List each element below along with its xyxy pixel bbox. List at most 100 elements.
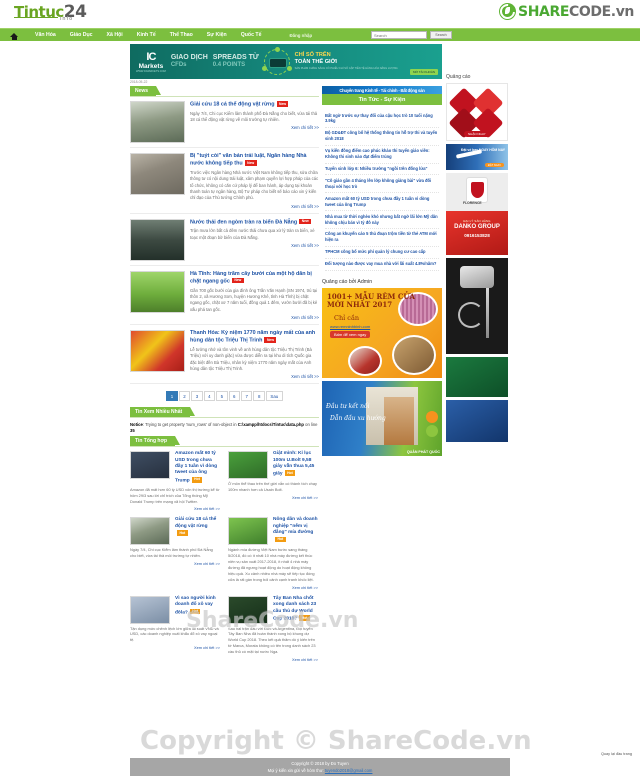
mid-list-item[interactable]: Vụ kiến đồng điểm cao phúc khảo thi tuyể… [325,146,439,164]
right-sidebar: Quảng cáo NHẬN NGAY Đặt vé bay NGAY HÔM … [446,74,508,442]
page-button-7[interactable]: 7 [241,391,253,402]
list-item[interactable]: Tây Ban Nha chốt xong danh sách 23 cầu t… [228,595,318,662]
search-button[interactable]: Search [430,31,452,39]
news-article[interactable]: Bị "tuýt còi" văn bản trái luật, Ngân hà… [130,153,319,214]
page-button-2[interactable]: 2 [178,391,191,402]
mid-list-item[interactable]: Tuyển sinh lớp 6: Nhiều trường "ngồi trê… [325,164,439,176]
page-button-6[interactable]: 6 [228,391,240,402]
page-button-4[interactable]: 4 [203,391,216,402]
ad-house-logo-green [426,424,438,437]
mid-list-item[interactable]: TPHCM công bố mức phí quản lý chung cư c… [325,247,439,259]
article-title[interactable]: Nông dân và doanh nghiệp "nếm vị đắng" m… [273,517,318,544]
read-more-link[interactable]: Xem chi tiết >> [130,645,220,650]
page-button-8[interactable]: 8 [253,391,265,402]
read-more-link[interactable]: Xem chi tiết >> [130,561,220,566]
list-item[interactable]: Amazon mất 60 tỷ USD trong chưa đầy 1 tu… [130,451,220,511]
mid-list-item[interactable]: Bất ngờ trước sự thay đổi của cậu học tr… [325,110,439,128]
ad-curtain-banner[interactable]: 1001+ MẪU RÈM CỬA MỚI NHẤT 2017 Chỉ cần w… [322,287,442,378]
ad-curtain-subline: Chỉ cần [334,313,360,322]
mid-list-item[interactable]: Công an khuyến cáo 5 thủ đoạn trộm tiền … [325,229,439,247]
read-more-link[interactable]: Xem chi tiết >> [190,315,319,320]
news-article[interactable]: Thanh Hóa: Kỷ niệm 1770 năm ngày mất của… [130,329,319,385]
read-more-link[interactable]: Xem chi tiết >> [228,495,318,500]
footer-email-link[interactable]: tuyendo2018@gmail.com [325,768,373,773]
shield-icon [466,177,488,203]
read-more-link[interactable]: Xem chi tiết >> [130,506,220,511]
read-more-link[interactable]: Xem chi tiết >> [190,374,319,379]
notice-path: C:\xampp\htdocs\Tintuc\data.php [237,422,304,428]
mid-list-item[interactable]: Amazon mất 60 tỷ USD trong chưa đầy 1 tu… [325,193,439,212]
page-button-5[interactable]: 5 [216,391,228,402]
news-article[interactable]: Nước thải đen ngòm tràn ra biển Đà Nẵng N… [130,218,319,266]
list-item[interactable]: Giải cứu 18 cá thể động vật rừngHot Ngày… [130,517,220,589]
compiled-news-grid: Amazon mất 60 tỷ USD trong chưa đầy 1 tu… [130,451,319,662]
ad-shower-head[interactable] [446,258,508,354]
left-margin [0,28,130,778]
page-button-next[interactable]: Sau [265,391,283,402]
ad-curtain-headline: 1001+ MẪU RÈM CỬA MỚI NHẤT 2017 [327,291,415,310]
php-notice-message: Notice: Trying to get property 'num_rows… [130,422,319,433]
article-summary: Lễ tưởng nhớ và tôn vinh về anh hùng dân… [190,346,312,371]
list-item[interactable]: Vì sao người kinh doanh đổ xô vay đôla? H… [130,595,220,662]
ad-house-logo-orange [426,410,438,423]
ad-green-banner[interactable] [446,357,508,397]
read-more-link[interactable]: Xem chi tiết >> [190,243,319,248]
ad-house-line1: Đầu tư kết nối [326,402,370,410]
mid-list-item[interactable]: "Cô giáo gần 4 tháng lên lớp không giảng… [325,175,439,194]
article-title[interactable]: Thanh Hóa: Kỷ niệm 1770 năm ngày mất của… [190,330,319,345]
article-title[interactable]: Tây Ban Nha chốt xong danh sách 23 cầu t… [273,596,318,623]
mid-list-item[interactable]: Nhà mua từ thời nghèo khó nhưng bất ngờ … [325,211,439,229]
news-article[interactable]: Giải cứu 18 cá thể động vật rừng New Ngày… [130,101,319,148]
site-logo[interactable]: Tintuc24 info [14,2,87,22]
site-footer: Copyright © 2018 by Đo Tuyen Mọi ý kiến … [130,758,510,776]
nav-item-kinhte[interactable]: Kinh Tế [130,32,163,38]
article-title[interactable]: Amazon mất 60 tỷ USD trong chưa đầy 1 tu… [175,451,220,485]
nav-item-vanhoa[interactable]: Văn Hóa [28,32,63,38]
read-more-link[interactable]: Xem chi tiết >> [190,204,319,209]
ad-blue-banner[interactable] [446,400,508,442]
globe-icon [261,46,292,75]
list-item[interactable]: Giật mình: Kỉ lục 100m U.Bolt 9,58 giây … [228,451,318,511]
banner-cta-button[interactable]: MỞ TÀI KHOẢN [409,69,438,75]
mid-list-item[interactable]: Đối tượng nào được vay mua nhà với lãi s… [325,259,439,271]
ad-curtain-url[interactable]: www.remninhbinh.com [330,324,370,329]
ad-curtain-cta[interactable]: Bấm để xem ngay [330,330,371,338]
nav-item-quocte[interactable]: Quốc Tế [234,32,269,38]
search-input[interactable] [371,31,427,39]
article-title[interactable]: Bị "tuýt còi" văn bản trái luật, Ngân hà… [190,153,319,168]
logo-underline [14,17,58,18]
login-link[interactable]: Đăng nhập [282,33,319,38]
article-title[interactable]: Vì sao người kinh doanh đổ xô vay đôla? H… [175,596,220,617]
nav-item-thethao[interactable]: Thể Thao [163,32,200,38]
read-more-link[interactable]: Xem chi tiết >> [228,585,318,590]
list-item[interactable]: Nông dân và doanh nghiệp "nếm vị đắng" m… [228,517,318,590]
ad-red-cta[interactable]: NHẬN NGAY [464,131,490,137]
badge-hot: Hot [275,536,286,543]
top-banner-ad[interactable]: IC Markets WWW.ICMARKETS.COM GIAO DỊCH C… [130,44,442,79]
nav-item-xahoi[interactable]: Xã Hội [100,32,130,38]
article-thumbnail [130,270,185,313]
article-title[interactable]: Hà Tĩnh: Hàng trăm cây bưởi của một hộ d… [190,271,319,286]
mid-list-item[interactable]: Bộ GD&ĐT công bố hệ thống thông tin hỗ t… [325,128,439,146]
article-title[interactable]: Nước thải đen ngòm tràn ra biển Đà Nẵng N… [190,218,319,227]
nav-item-sukien[interactable]: Sự Kiện [200,32,234,38]
ad-plane-cta[interactable]: ĐẶT NGAY [484,163,504,167]
page-button-1[interactable]: 1 [166,391,178,402]
ad-realestate-banner[interactable]: Đầu tư kết nối Dẫn đầu xu hướng QUẢN PHÁ… [322,380,442,456]
mid-ribbon-banner[interactable]: Chuyên trang Kinh tế - Tài chính - Bất đ… [322,86,442,94]
page-button-3[interactable]: 3 [191,391,203,402]
back-to-top-link[interactable]: Quay lại đầu trang [601,752,632,756]
read-more-link[interactable]: Xem chi tiết >> [190,125,319,130]
article-title[interactable]: Giải cứu 18 cá thể động vật rừngHot [175,517,220,538]
ad-travel-plane[interactable]: Đặt vé bay NGAY HÔM NAY ĐẶT NGAY [446,144,508,170]
nav-home-button[interactable] [0,33,28,40]
watermark-copyright: Copyright © ShareCode.vn [140,726,532,756]
article-title[interactable]: Giải cứu 18 cá thể động vật rừng New [190,101,319,109]
read-more-link[interactable]: Xem chi tiết >> [228,657,318,662]
icmarkets-url: WWW.ICMARKETS.COM [136,69,166,73]
news-article[interactable]: Hà Tĩnh: Hàng trăm cây bưởi của một hộ d… [130,270,319,325]
ad-red-promo[interactable]: NHẬN NGAY [446,83,508,141]
article-title[interactable]: Giật mình: Kỉ lục 100m U.Bolt 9,58 giây … [273,451,318,478]
nav-item-giaoduc[interactable]: Giáo Dục [63,32,100,38]
ad-danko-group[interactable]: FLORENCE ĐẠI LÝ SÀN HÀNG DANKO GROUP 091… [446,173,508,255]
